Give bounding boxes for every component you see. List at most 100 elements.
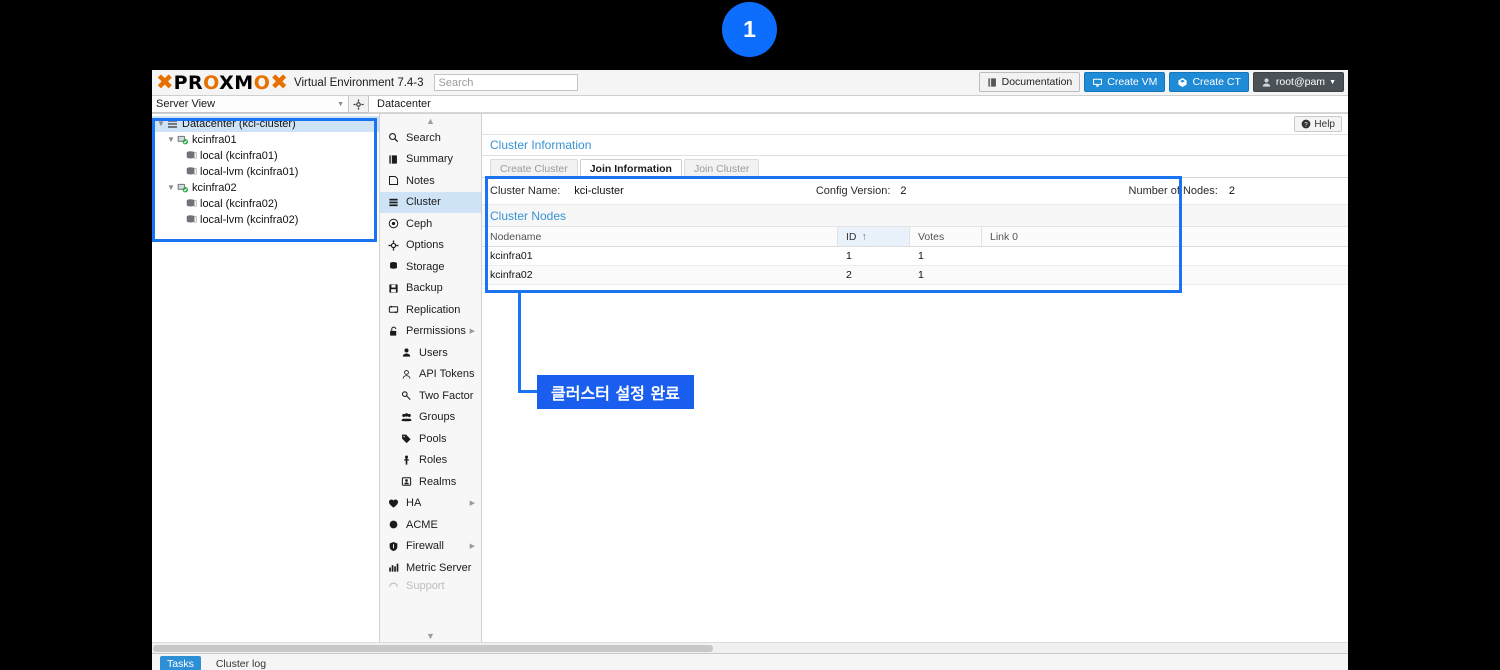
create-ct-button[interactable]: Create CT: [1169, 72, 1249, 92]
user-icon: [1261, 77, 1272, 88]
column-header-votes[interactable]: Votes: [910, 227, 982, 246]
menu-item-replication[interactable]: Replication: [380, 299, 481, 321]
menu-item-two-factor[interactable]: Two Factor: [380, 385, 481, 407]
menu-item-label: Support: [406, 579, 445, 592]
menu-item-label: Cluster: [406, 196, 441, 209]
tree-item-kcinfra01[interactable]: ▼ kcinfra01: [152, 132, 379, 148]
menu-item-users[interactable]: Users: [380, 342, 481, 364]
tab-tasks[interactable]: Tasks: [160, 656, 201, 670]
menu-item-backup[interactable]: Backup: [380, 278, 481, 300]
storage-icon: [184, 150, 197, 162]
step-number-badge: 1: [722, 2, 777, 57]
tab-label: Create Cluster: [500, 162, 568, 175]
menu-item-groups[interactable]: Groups: [380, 407, 481, 429]
menu-item-label: Groups: [419, 411, 456, 424]
collapse-arrow-icon[interactable]: ▼: [166, 136, 176, 144]
tab-cluster-log[interactable]: Cluster log: [209, 656, 273, 670]
key-icon: [400, 390, 413, 401]
tree-item-local-kcinfra02[interactable]: local (kcinfra02): [152, 196, 379, 212]
cluster-info-row: Cluster Name: kci-cluster Config Version…: [482, 178, 1348, 204]
menu-item-label: Search: [406, 131, 441, 144]
create-vm-button[interactable]: Create VM: [1084, 72, 1166, 92]
tab-join-cluster[interactable]: Join Cluster: [683, 159, 760, 177]
menu-item-options[interactable]: Options: [380, 235, 481, 257]
menu-item-permissions[interactable]: Permissions ▶: [380, 321, 481, 343]
collapse-arrow-icon[interactable]: ▼: [166, 184, 176, 192]
scrollbar-thumb[interactable]: [153, 644, 713, 652]
column-header-id[interactable]: ID ↑: [838, 227, 910, 246]
cluster-name-label: Cluster Name:: [490, 185, 561, 197]
menu-item-notes[interactable]: Notes: [380, 170, 481, 192]
ceph-icon: [387, 218, 400, 229]
menu-item-cluster[interactable]: Cluster: [380, 191, 481, 213]
table-row[interactable]: kcinfra02 2 1: [482, 266, 1348, 285]
datacenter-icon: [166, 118, 179, 130]
menu-item-support[interactable]: Support: [380, 579, 481, 593]
summary-icon: [387, 154, 400, 165]
logo-wordmark: PROXMO: [173, 71, 271, 94]
roles-icon: [400, 455, 413, 466]
horizontal-scrollbar[interactable]: [152, 642, 1348, 653]
column-header-nodename[interactable]: Nodename: [482, 227, 838, 246]
help-button[interactable]: ? Help: [1294, 116, 1342, 132]
menu-item-ha[interactable]: HA ▶: [380, 493, 481, 515]
main-body: ▼ Datacenter (kci-cluster) ▼ kcinfra01 l…: [152, 114, 1348, 642]
view-selector[interactable]: Server View ▼: [152, 96, 349, 113]
cluster-nodes-title: Cluster Nodes: [482, 204, 1348, 227]
tree-item-label: kcinfra02: [192, 182, 237, 194]
cell-votes: 1: [918, 269, 924, 281]
view-settings-button[interactable]: [349, 96, 369, 113]
cell-link0: [982, 266, 1348, 284]
tree-item-local-lvm-kcinfra01[interactable]: local-lvm (kcinfra01): [152, 164, 379, 180]
api-token-icon: [400, 369, 413, 380]
breadcrumb-label: Datacenter: [377, 98, 431, 110]
documentation-button[interactable]: Documentation: [978, 72, 1081, 92]
menu-item-realms[interactable]: Realms: [380, 471, 481, 493]
content-header: ? Help: [482, 114, 1348, 135]
menu-item-metric-server[interactable]: Metric Server: [380, 557, 481, 579]
chevron-right-icon[interactable]: ▶: [470, 499, 475, 507]
search-input[interactable]: Search: [433, 74, 578, 91]
tasks-tabstrip: Tasks Cluster log: [152, 654, 1348, 670]
cell-id: 1: [846, 250, 852, 262]
logo-x-right-icon: ✖: [270, 70, 288, 94]
table-row[interactable]: kcinfra01 1 1: [482, 247, 1348, 266]
datacenter-menu: ▲ Search Summary Notes Cluster Ceph Opti…: [380, 114, 482, 642]
menu-scroll-down-icon[interactable]: ▼: [380, 629, 481, 642]
menu-item-api-tokens[interactable]: API Tokens: [380, 364, 481, 386]
step-number-label: 1: [743, 16, 756, 42]
column-header-link0[interactable]: Link 0: [982, 227, 1348, 246]
config-version-label: Config Version:: [815, 185, 891, 197]
create-ct-label: Create CT: [1192, 76, 1241, 88]
menu-item-summary[interactable]: Summary: [380, 149, 481, 171]
menu-item-acme[interactable]: ACME: [380, 514, 481, 536]
book-icon: [987, 77, 998, 88]
tab-create-cluster[interactable]: Create Cluster: [490, 159, 578, 177]
user-menu-button[interactable]: root@pam ▼: [1252, 72, 1344, 92]
support-icon: [387, 580, 400, 591]
app-header: ✖ PROXMO ✖ Virtual Environment 7.4-3 Sea…: [152, 70, 1348, 96]
chevron-right-icon[interactable]: ▶: [470, 542, 475, 550]
menu-scroll-up-icon[interactable]: ▲: [380, 114, 481, 127]
menu-item-label: Firewall: [406, 540, 444, 553]
menu-item-firewall[interactable]: Firewall ▶: [380, 536, 481, 558]
menu-item-search[interactable]: Search: [380, 127, 481, 149]
chevron-right-icon[interactable]: ▶: [470, 327, 475, 335]
menu-item-label: Replication: [406, 303, 461, 316]
tree-item-datacenter[interactable]: ▼ Datacenter (kci-cluster): [152, 116, 379, 132]
menu-item-storage[interactable]: Storage: [380, 256, 481, 278]
tree-item-local-lvm-kcinfra02[interactable]: local-lvm (kcinfra02): [152, 212, 379, 228]
tab-join-information[interactable]: Join Information: [579, 159, 682, 177]
menu-item-pools[interactable]: Pools: [380, 428, 481, 450]
storage-icon: [184, 214, 197, 226]
menu-item-label: Realms: [419, 475, 457, 488]
header-actions: Documentation Create VM Create CT root@p…: [978, 72, 1344, 92]
tree-item-local-kcinfra01[interactable]: local (kcinfra01): [152, 148, 379, 164]
create-vm-label: Create VM: [1107, 76, 1158, 88]
metrics-icon: [387, 562, 400, 573]
collapse-arrow-icon[interactable]: ▼: [156, 120, 166, 128]
menu-item-roles[interactable]: Roles: [380, 450, 481, 472]
menu-item-ceph[interactable]: Ceph: [380, 213, 481, 235]
tree-item-kcinfra02[interactable]: ▼ kcinfra02: [152, 180, 379, 196]
logo-x-left-icon: ✖: [156, 70, 174, 94]
